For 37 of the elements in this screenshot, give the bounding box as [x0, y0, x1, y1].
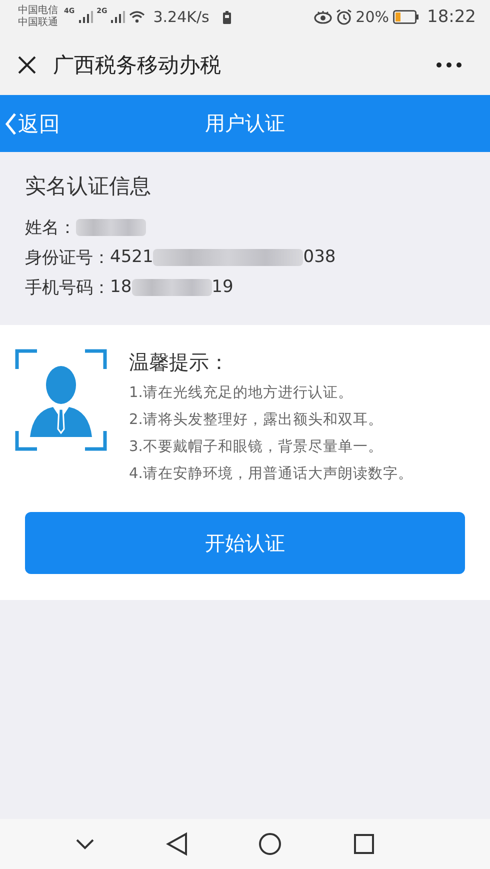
field-label: 手机号码：	[25, 276, 110, 298]
field-value: 19	[212, 277, 234, 297]
battery-percent: 20%	[356, 8, 389, 26]
eye-icon	[314, 10, 332, 24]
close-icon[interactable]	[17, 54, 37, 74]
back-triangle-icon[interactable]	[166, 832, 188, 856]
back-chevron-icon	[5, 112, 17, 136]
app-title: 广西税务移动办税	[53, 52, 221, 78]
tip-text: 3.不要戴帽子和眼镜，背景尽量单一。	[129, 438, 384, 457]
network-speed: 3.24K/s	[153, 8, 210, 26]
signal-icon	[78, 11, 93, 23]
clock-time: 18:22	[427, 7, 476, 27]
recent-apps-icon[interactable]	[352, 833, 375, 855]
tips-title: 温馨提示：	[129, 349, 230, 376]
field-label: 姓名：	[25, 216, 76, 238]
field-value: 18	[110, 277, 132, 297]
tip-text: 1.请在光线充足的地方进行认证。	[129, 384, 354, 403]
field-value: 038	[303, 247, 336, 267]
battery-icon	[393, 10, 419, 24]
section-heading: 实名认证信息	[25, 173, 152, 200]
carrier-name: 中国电信	[18, 5, 58, 16]
face-frame-icon	[15, 349, 107, 451]
tip-text: 4.请在安静环境，用普通话大声朗读数字。	[129, 464, 413, 484]
page-title: 用户认证	[205, 110, 285, 137]
back-button[interactable]: 返回	[5, 105, 60, 143]
tip-text: 2.请将头发整理好，露出额头和双耳。	[129, 410, 384, 430]
chevron-down-icon[interactable]	[75, 838, 96, 850]
home-circle-icon[interactable]	[258, 832, 282, 856]
carrier-name: 中国联通	[18, 17, 58, 29]
battery-saver-icon	[223, 10, 232, 24]
field-value: 4521	[110, 247, 154, 267]
more-icon[interactable]	[436, 62, 462, 68]
alarm-icon	[336, 9, 352, 25]
signal-icon	[111, 11, 126, 23]
wifi-icon	[129, 11, 146, 23]
field-label: 身份证号：	[25, 246, 110, 268]
start-button[interactable]: 开始认证	[25, 512, 465, 574]
